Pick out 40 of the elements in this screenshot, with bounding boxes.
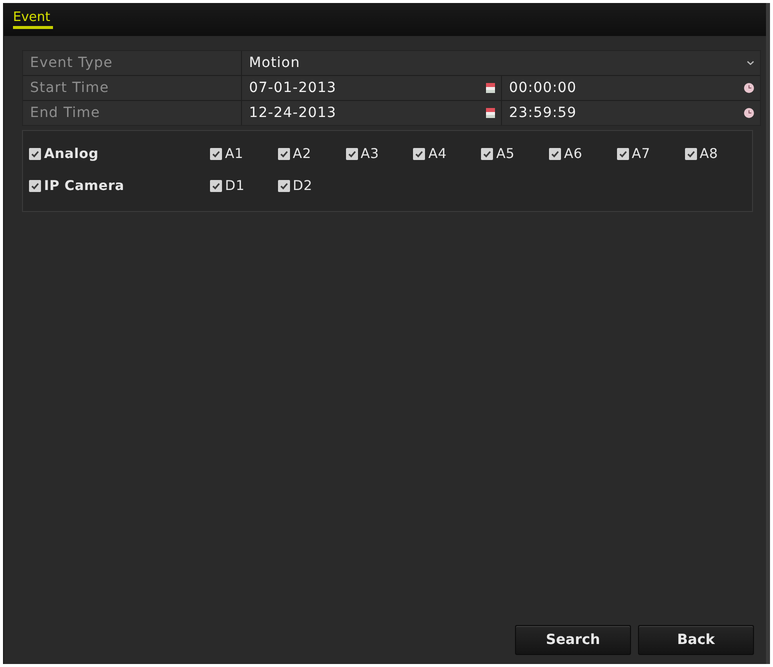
calendar-icon [486,83,495,93]
checkbox[interactable] [481,148,494,160]
checkbox[interactable] [29,148,41,160]
field-label: Event Type [23,51,242,75]
clock-icon [744,108,754,118]
caret-icon [747,61,754,65]
field-label: End Time [23,101,242,125]
select-field[interactable]: Motion [242,51,760,75]
calendar-icon [486,108,495,118]
channel-label: A7 [632,146,650,162]
channel-label: D1 [225,178,245,194]
checkbox[interactable] [413,148,426,160]
checkbox[interactable] [278,148,290,160]
field-label: Start Time [23,76,242,100]
channel-label: A1 [225,146,244,162]
time-field[interactable]: 00:00:00 [502,76,760,100]
channel-label: D2 [292,178,312,194]
channel-label: A8 [700,146,718,162]
checkbox[interactable] [684,148,697,160]
channel-label: A2 [292,146,312,162]
channel-group-label: IP Camera [44,178,124,194]
checkbox[interactable] [278,180,290,192]
date-field[interactable]: 07-01-2013 [242,76,502,100]
checkbox[interactable] [346,148,358,160]
search-button[interactable]: Search [515,625,631,655]
time-field[interactable]: 23:59:59 [502,101,760,125]
channel-label: A4 [428,146,447,162]
checkbox[interactable] [29,180,41,192]
channel-group-label: Analog [44,146,99,162]
checkbox[interactable] [548,148,561,160]
channel-label: A3 [360,146,380,162]
window-title: Event [13,10,54,29]
channel-label: A6 [564,146,582,162]
date-field[interactable]: 12-24-2013 [242,101,502,125]
checkbox[interactable] [616,148,629,160]
clock-icon [744,83,754,93]
checkbox[interactable] [210,148,222,160]
checkbox[interactable] [210,180,222,192]
channel-label: A5 [496,146,515,162]
back-button[interactable]: Back [638,625,754,655]
